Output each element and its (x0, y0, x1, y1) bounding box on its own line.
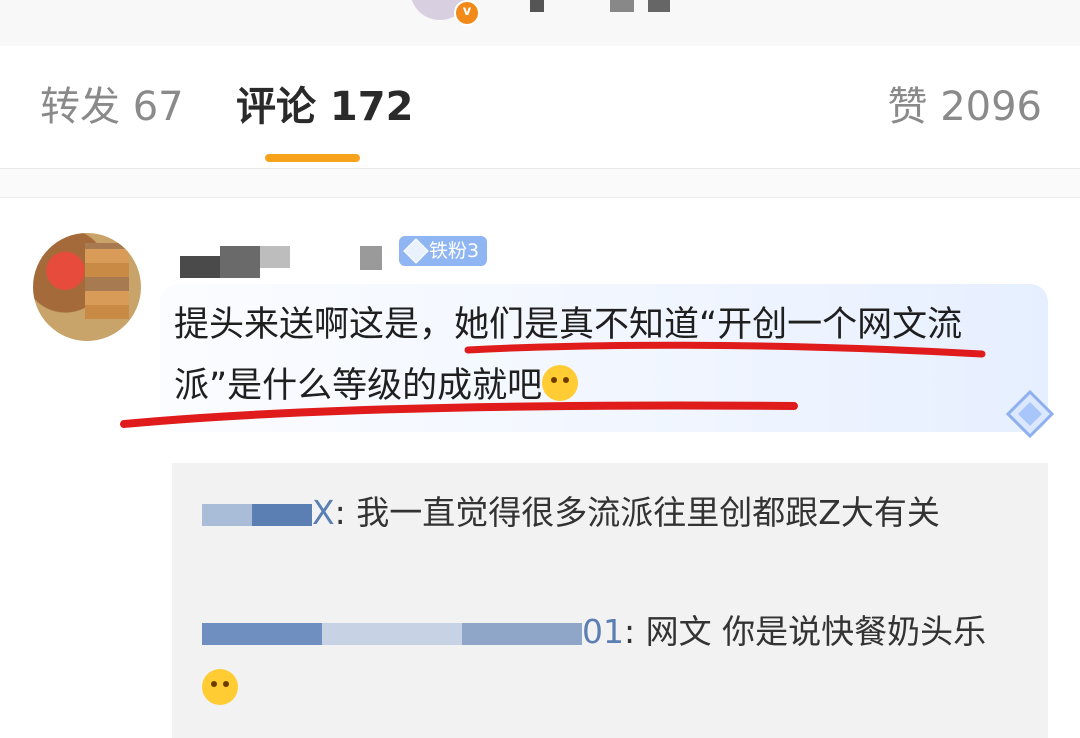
reply-username-suffix[interactable]: 01 (582, 612, 624, 651)
avatar[interactable] (33, 233, 141, 341)
reply-username-redacted[interactable] (462, 622, 582, 645)
back-icon[interactable] (34, 0, 58, 10)
reply-username-redacted[interactable] (322, 622, 462, 645)
active-tab-indicator (265, 154, 360, 162)
tab-repost[interactable]: 转发 67 (40, 82, 184, 132)
reply-username-redacted[interactable] (252, 503, 312, 526)
author-name-redacted (648, 0, 670, 12)
reply-username-redacted[interactable] (202, 503, 252, 526)
tab-like[interactable]: 赞 2096 (887, 82, 1042, 132)
tab-comment[interactable]: 评论 172 (236, 82, 413, 132)
author-name-redacted (530, 0, 544, 12)
rofl-emoji-icon (542, 365, 579, 401)
author-name-redacted (610, 0, 634, 12)
reply-item[interactable]: X: 我一直觉得很多流派往里创都跟Z大有关 (202, 484, 1002, 542)
astonished-emoji-icon (202, 669, 238, 705)
fan-diamond-icon (1005, 389, 1055, 439)
reply-username-redacted[interactable] (202, 622, 322, 645)
username-redacted[interactable] (360, 246, 382, 270)
tab-bar: 转发 67 评论 172 赞 2096 (0, 46, 1080, 169)
reply-item[interactable]: 01: 网文 你是说快餐奶头乐 (202, 603, 1002, 719)
reply-username-suffix[interactable]: X (312, 493, 335, 532)
avatar-redaction (85, 243, 129, 319)
reply-text: : 我一直觉得很多流派往里创都跟Z大有关 (334, 493, 940, 532)
username-redacted[interactable] (180, 256, 220, 278)
verified-badge-icon: v (454, 0, 480, 26)
username-redacted[interactable] (220, 246, 260, 278)
username-redacted[interactable] (260, 246, 290, 268)
reply-text: : 网文 你是说快餐奶头乐 (624, 612, 987, 651)
fan-badge-label: 铁粉3 (429, 240, 480, 262)
comment-text[interactable]: 提头来送啊这是，她们是真不知道“开创一个网文流派”是什么等级的成就吧 (174, 295, 1034, 417)
divider (0, 169, 1080, 198)
top-bar: v (0, 0, 1080, 47)
diamond-icon (403, 238, 429, 264)
fan-level-badge: 铁粉3 (399, 236, 488, 266)
